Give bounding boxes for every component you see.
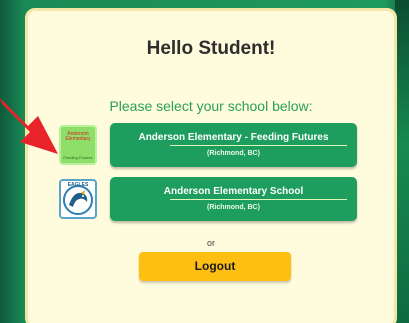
annotation-arrow-icon <box>0 98 58 154</box>
eagles-logo[interactable]: EAGLES <box>59 179 97 219</box>
divider <box>170 199 347 200</box>
school-row-anderson: EAGLES Anderson Elementary School (Richm… <box>28 177 400 223</box>
page-title: Hello Student! <box>146 38 276 59</box>
or-separator: or <box>206 238 215 248</box>
logout-button[interactable]: Logout <box>139 252 291 281</box>
school-location: (Richmond, BC) <box>207 204 260 211</box>
school-button-anderson-elementary[interactable]: Anderson Elementary School (Richmond, BC… <box>110 177 357 221</box>
logo-text: EAGLES <box>67 182 89 188</box>
school-location: (Richmond, BC) <box>207 150 260 157</box>
school-row-feeding-futures: Anderson Elementary Feeding Futures Ande… <box>28 123 400 169</box>
instruction-text: Please select your school below: <box>109 98 313 114</box>
school-name: Anderson Elementary School <box>163 186 304 197</box>
school-select-card: Hello Student! Please select your school… <box>25 8 397 323</box>
school-name: Anderson Elementary - Feeding Futures <box>138 132 329 143</box>
school-button-feeding-futures[interactable]: Anderson Elementary - Feeding Futures (R… <box>110 123 357 167</box>
divider <box>170 145 347 146</box>
